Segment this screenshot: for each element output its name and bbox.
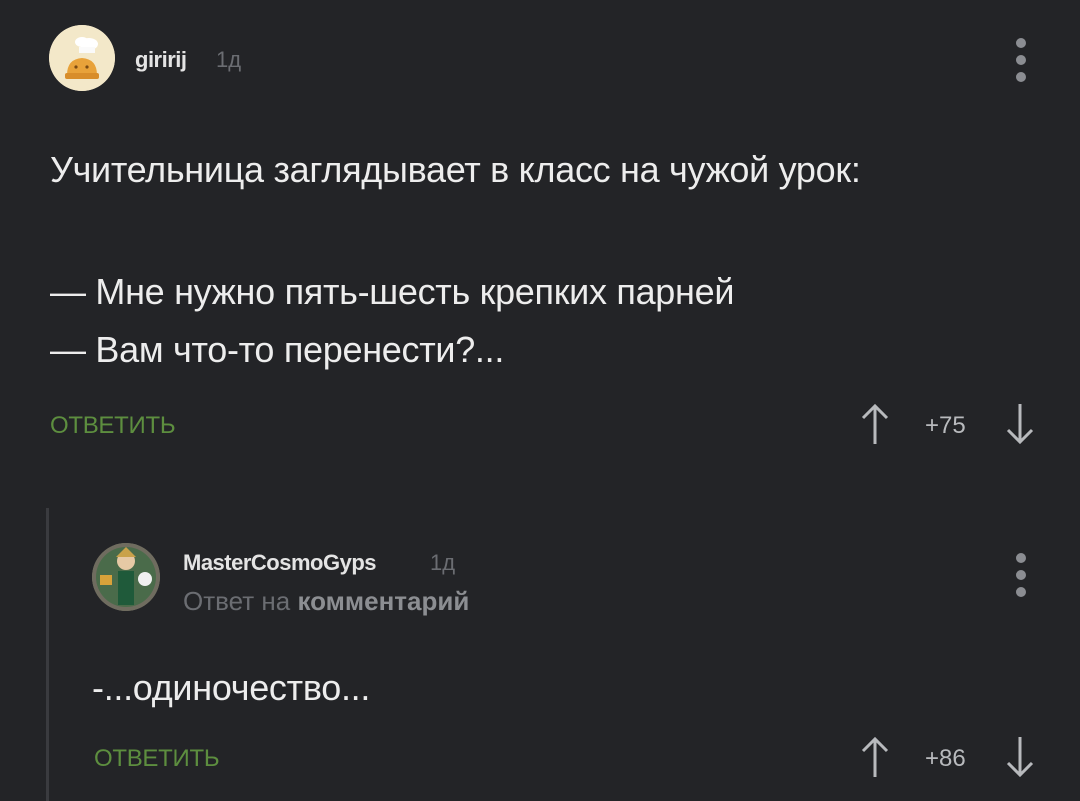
arrow-down-icon[interactable] (1005, 735, 1035, 779)
character-avatar-icon (92, 543, 160, 611)
comment-timestamp: 1д (430, 550, 456, 575)
comment-author[interactable]: MasterCosmoGyps (183, 550, 377, 576)
avatar[interactable] (92, 543, 160, 611)
comment-text-line: — Мне нужно пять-шесть крепких парней (50, 271, 735, 312)
thread-line (46, 508, 49, 801)
arrow-up-icon[interactable] (860, 402, 890, 446)
reply-to-prefix: Ответ на (183, 586, 291, 616)
vote-score: +86 (925, 745, 966, 772)
avatar[interactable] (49, 25, 115, 91)
reply-to-link[interactable]: комментарий (297, 586, 469, 616)
reply-button[interactable]: ОТВЕТИТЬ (94, 745, 220, 773)
reply-to-label: Ответ на комментарий (183, 586, 469, 617)
comment-text-line: Учительница заглядывает в класс на чужой… (50, 149, 861, 190)
comment-text-line: -...одиночество... (92, 667, 371, 708)
arrow-up-icon[interactable] (860, 735, 890, 779)
vote-score: +75 (925, 412, 966, 439)
comment-timestamp: 1д (216, 47, 242, 72)
reply-button[interactable]: ОТВЕТИТЬ (50, 412, 176, 440)
more-vertical-icon[interactable] (1011, 553, 1031, 597)
arrow-down-icon[interactable] (1005, 402, 1035, 446)
comment-text-line: — Вам что-то перенести?... (50, 329, 505, 370)
chef-avatar-icon (49, 25, 115, 91)
more-vertical-icon[interactable] (1011, 38, 1031, 82)
comment-author[interactable]: giririj (135, 47, 187, 73)
